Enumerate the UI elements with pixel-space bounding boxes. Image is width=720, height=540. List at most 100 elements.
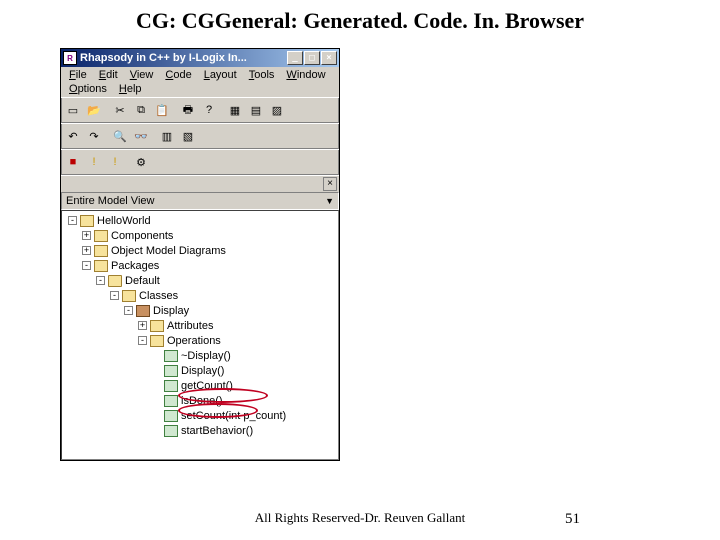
collapse-icon[interactable]: - (68, 216, 77, 225)
op-icon (164, 395, 178, 407)
tree-row[interactable]: +Attributes (62, 318, 338, 333)
tree-row[interactable]: - Packages (62, 258, 338, 273)
tree-row[interactable]: - Default (62, 273, 338, 288)
form-icon[interactable]: ▦ (225, 100, 245, 120)
paste-icon[interactable]: 📋 (152, 100, 172, 120)
redo-icon[interactable]: ↷ (84, 126, 104, 146)
collapse-icon[interactable]: - (96, 276, 105, 285)
expand-icon[interactable]: + (138, 321, 147, 330)
tree-label: ~Display() (181, 350, 231, 362)
tree-label: Default (125, 275, 160, 287)
tree-label: Packages (111, 260, 159, 272)
menu-window[interactable]: Window (280, 68, 331, 82)
collapse-icon[interactable]: - (124, 306, 133, 315)
export-icon[interactable]: ▨ (267, 100, 287, 120)
config-icon[interactable]: ▤ (246, 100, 266, 120)
tree-row[interactable]: setCount(int p_count) (62, 408, 338, 423)
stop-icon[interactable]: ■ (63, 152, 83, 172)
tree-label: Display() (181, 365, 224, 377)
help-icon[interactable]: ? (199, 100, 219, 120)
toolbar-3: ■ ! ! ⚙ (61, 149, 339, 175)
collapse-icon[interactable]: - (138, 336, 147, 345)
browser-pane: × Entire Model View ▼ - HelloWorld+Compon… (61, 175, 339, 460)
menu-file[interactable]: File (63, 68, 93, 82)
titlebar[interactable]: R Rhapsody in C++ by I-Logix In... _ □ × (61, 49, 339, 67)
minimize-button[interactable]: _ (287, 51, 303, 65)
cut-icon[interactable]: ✂ (110, 100, 130, 120)
info-icon[interactable]: ! (105, 152, 125, 172)
chart-icon[interactable]: ▧ (178, 126, 198, 146)
collapse-icon[interactable]: - (82, 261, 91, 270)
tree-row[interactable]: Display() (62, 363, 338, 378)
menu-options[interactable]: Options (63, 82, 113, 96)
tree-label: startBehavior() (181, 425, 253, 437)
tree-row[interactable]: getCount() (62, 378, 338, 393)
expand-icon[interactable]: + (82, 246, 91, 255)
tree-label: Display (153, 305, 189, 317)
find-icon[interactable]: 🔍 (110, 126, 130, 146)
tree-label: HelloWorld (97, 215, 151, 227)
tree-row[interactable]: isDone() (62, 393, 338, 408)
undo-icon[interactable]: ↶ (63, 126, 83, 146)
menu-edit[interactable]: Edit (93, 68, 124, 82)
menu-layout[interactable]: Layout (198, 68, 243, 82)
folder-icon (94, 245, 108, 257)
tree-row[interactable]: - Operations (62, 333, 338, 348)
model-tree[interactable]: - HelloWorld+Components+Object Model Diag… (61, 210, 339, 460)
menu-view[interactable]: View (124, 68, 160, 82)
view-label: Entire Model View (66, 195, 154, 207)
tree-spacer (152, 366, 161, 375)
tree-label: isDone() (181, 395, 223, 407)
expand-icon[interactable]: + (82, 231, 91, 240)
binoculars-icon[interactable]: 👓 (131, 126, 151, 146)
folder-icon (94, 260, 108, 272)
folder-icon (80, 215, 94, 227)
op-icon (164, 425, 178, 437)
tree-label: getCount() (181, 380, 233, 392)
toolbar-2: ↶ ↷ 🔍 👓 ▥ ▧ (61, 123, 339, 149)
maximize-button[interactable]: □ (304, 51, 320, 65)
tree-row[interactable]: startBehavior() (62, 423, 338, 438)
tree-label: setCount(int p_count) (181, 410, 286, 422)
menu-help[interactable]: Help (113, 82, 148, 96)
window-title: Rhapsody in C++ by I-Logix In... (80, 52, 287, 64)
pane-close-icon[interactable]: × (323, 177, 337, 191)
collapse-icon[interactable]: - (110, 291, 119, 300)
tree-row[interactable]: - HelloWorld (62, 213, 338, 228)
tree-row[interactable]: - Classes (62, 288, 338, 303)
new-icon[interactable]: ▭ (63, 100, 83, 120)
gear-icon[interactable]: ⚙ (131, 152, 151, 172)
copy-icon[interactable]: ⧉ (131, 100, 151, 120)
menu-code[interactable]: Code (159, 68, 197, 82)
tree-spacer (152, 396, 161, 405)
dropdown-icon: ▼ (325, 196, 334, 206)
tree-row[interactable]: - Display (62, 303, 338, 318)
view-selector[interactable]: Entire Model View ▼ (61, 192, 339, 210)
menu-tools[interactable]: Tools (243, 68, 281, 82)
app-icon: R (63, 51, 77, 65)
alert-icon[interactable]: ! (84, 152, 104, 172)
footer-text: All Rights Reserved-Dr. Reuven Gallant (0, 510, 720, 526)
close-button[interactable]: × (321, 51, 337, 65)
folder-icon (94, 230, 108, 242)
op-icon (164, 410, 178, 422)
diagram-icon[interactable]: ▥ (157, 126, 177, 146)
slide-title: CG: CGGeneral: Generated. Code. In. Brow… (0, 0, 720, 48)
print-icon[interactable]: 🖶 (178, 100, 198, 120)
tree-label: Classes (139, 290, 178, 302)
op-icon (164, 365, 178, 377)
folder-icon (122, 290, 136, 302)
open-icon[interactable]: 📂 (84, 100, 104, 120)
tree-spacer (152, 411, 161, 420)
tree-row[interactable]: +Object Model Diagrams (62, 243, 338, 258)
toolbar-1: ▭ 📂 ✂ ⧉ 📋 🖶 ? ▦ ▤ ▨ (61, 97, 339, 123)
tree-row[interactable]: ~Display() (62, 348, 338, 363)
tree-row[interactable]: +Components (62, 228, 338, 243)
class-icon (136, 305, 150, 317)
tree-spacer (152, 351, 161, 360)
folder-icon (150, 320, 164, 332)
tree-spacer (152, 426, 161, 435)
op-icon (164, 380, 178, 392)
tree-label: Operations (167, 335, 221, 347)
folder-icon (150, 335, 164, 347)
